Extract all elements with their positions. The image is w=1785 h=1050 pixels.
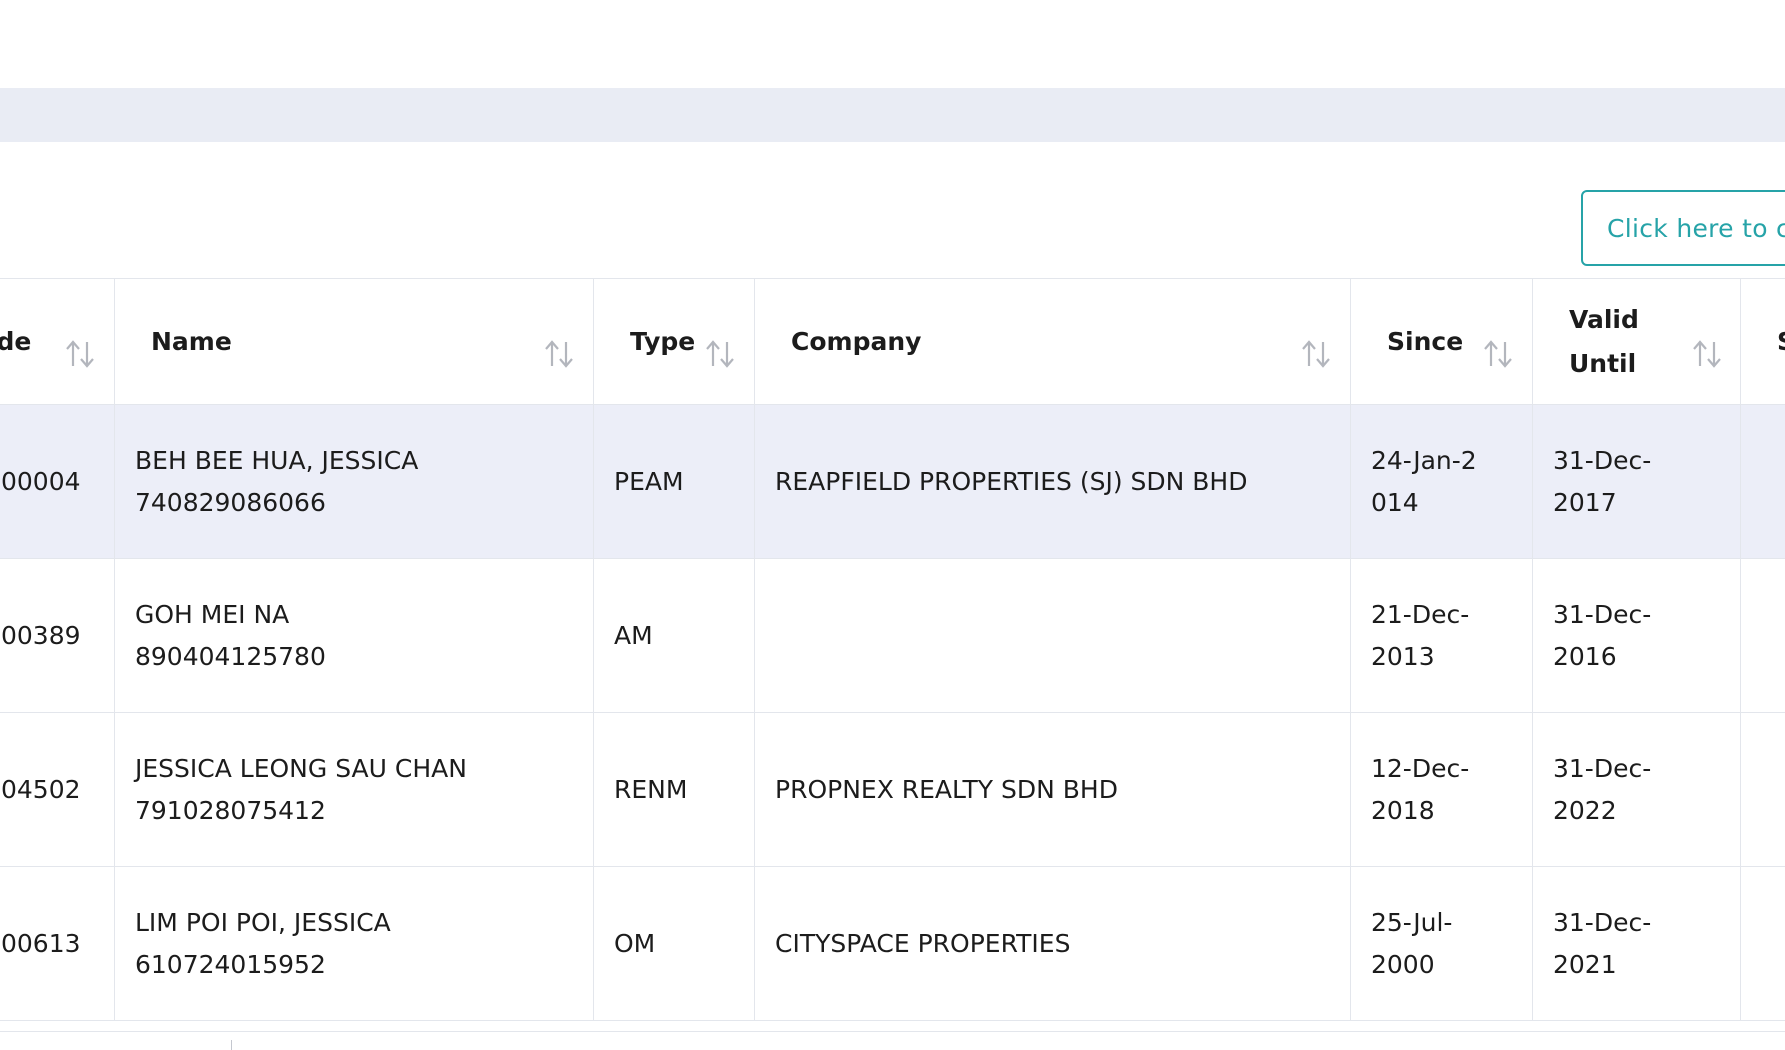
since-date: 12-Dec-2018 [1371,753,1470,825]
column-header-status[interactable]: S [1740,278,1785,405]
cell-name: GOH MEI NA 890404125780 [114,558,594,713]
agent-name: LIM POI POI, JESSICA [135,907,391,937]
cell-status [1740,558,1785,713]
cell-valid-until: 31-Dec-2016 [1532,558,1741,713]
column-header-valid-until[interactable]: Valid Until [1532,278,1741,405]
since-date: 25-Jul-2000 [1371,907,1453,979]
column-header-label: Since [1387,326,1464,356]
column-header-label: Valid Until [1569,304,1639,378]
agent-id-number: 791028075412 [135,795,326,825]
cell-valid-until: 31-Dec-2022 [1532,712,1741,867]
agent-id-number: 610724015952 [135,949,326,979]
cell-status [1740,404,1785,559]
column-header-since[interactable]: Since [1350,278,1533,405]
table-bottom-border [0,1031,1785,1032]
cell-code: 00004 [0,404,115,559]
since-date: 24-Jan-2014 [1371,445,1477,517]
cell-type: PEAM [593,404,755,559]
valid-until-date: 31-Dec-2021 [1553,907,1652,979]
results-table-container: Code Name Type [0,278,1785,1031]
cell-code: 00389 [0,558,115,713]
since-date: 21-Dec-2013 [1371,599,1470,671]
cell-company: PROPNEX REALTY SDN BHD [754,712,1351,867]
table-row[interactable]: 00004 BEH BEE HUA, JESSICA 740829086066 … [0,404,1785,559]
cell-name: JESSICA LEONG SAU CHAN 791028075412 [114,712,594,867]
agent-id-number: 740829086066 [135,487,326,517]
cell-since: 21-Dec-2013 [1350,558,1533,713]
cell-name: BEH BEE HUA, JESSICA 740829086066 [114,404,594,559]
column-header-type[interactable]: Type [593,278,755,405]
click-here-button[interactable]: Click here to c [1581,190,1785,266]
sort-icon[interactable] [704,339,736,369]
top-area [0,0,1785,88]
cell-type: OM [593,866,755,1021]
cell-name: LIM POI POI, JESSICA 610724015952 [114,866,594,1021]
agent-name: JESSICA LEONG SAU CHAN [135,753,467,783]
column-header-label: Type [630,326,696,356]
valid-until-date: 31-Dec-2017 [1553,445,1652,517]
table-row[interactable]: 00389 GOH MEI NA 890404125780 AM 21-Dec-… [0,558,1785,713]
column-header-label: Company [791,326,922,356]
agent-id-number: 890404125780 [135,641,326,671]
cell-valid-until: 31-Dec-2017 [1532,404,1741,559]
cell-company [754,558,1351,713]
column-header-label: Name [151,326,232,356]
column-header-name[interactable]: Name [114,278,594,405]
page: Click here to c Code [0,0,1785,1050]
scrollbar-tick [231,1040,232,1050]
cell-since: 24-Jan-2014 [1350,404,1533,559]
cell-company: CITYSPACE PROPERTIES [754,866,1351,1021]
column-header-code[interactable]: Code [0,278,115,405]
cell-code: 00613 [0,866,115,1021]
cell-code: 04502 [0,712,115,867]
sort-icon[interactable] [1300,339,1332,369]
valid-until-date: 31-Dec-2022 [1553,753,1652,825]
sort-icon[interactable] [1482,339,1514,369]
agent-name: GOH MEI NA [135,599,290,629]
cell-valid-until: 31-Dec-2021 [1532,866,1741,1021]
cell-status [1740,866,1785,1021]
column-header-label: S [1777,320,1785,364]
sort-icon[interactable] [543,339,575,369]
cell-since: 25-Jul-2000 [1350,866,1533,1021]
cell-type: AM [593,558,755,713]
column-header-company[interactable]: Company [754,278,1351,405]
section-band [0,88,1785,142]
cell-company: REAPFIELD PROPERTIES (SJ) SDN BHD [754,404,1351,559]
cell-type: RENM [593,712,755,867]
agent-name: BEH BEE HUA, JESSICA [135,445,419,475]
column-header-label: Code [0,326,32,356]
results-table: Code Name Type [0,278,1785,1021]
sort-icon[interactable] [1691,339,1723,369]
cell-status [1740,712,1785,867]
table-row[interactable]: 00613 LIM POI POI, JESSICA 610724015952 … [0,866,1785,1021]
valid-until-date: 31-Dec-2016 [1553,599,1652,671]
cell-since: 12-Dec-2018 [1350,712,1533,867]
sort-icon[interactable] [64,339,96,369]
table-row[interactable]: 04502 JESSICA LEONG SAU CHAN 79102807541… [0,712,1785,867]
table-header-row: Code Name Type [0,278,1785,405]
